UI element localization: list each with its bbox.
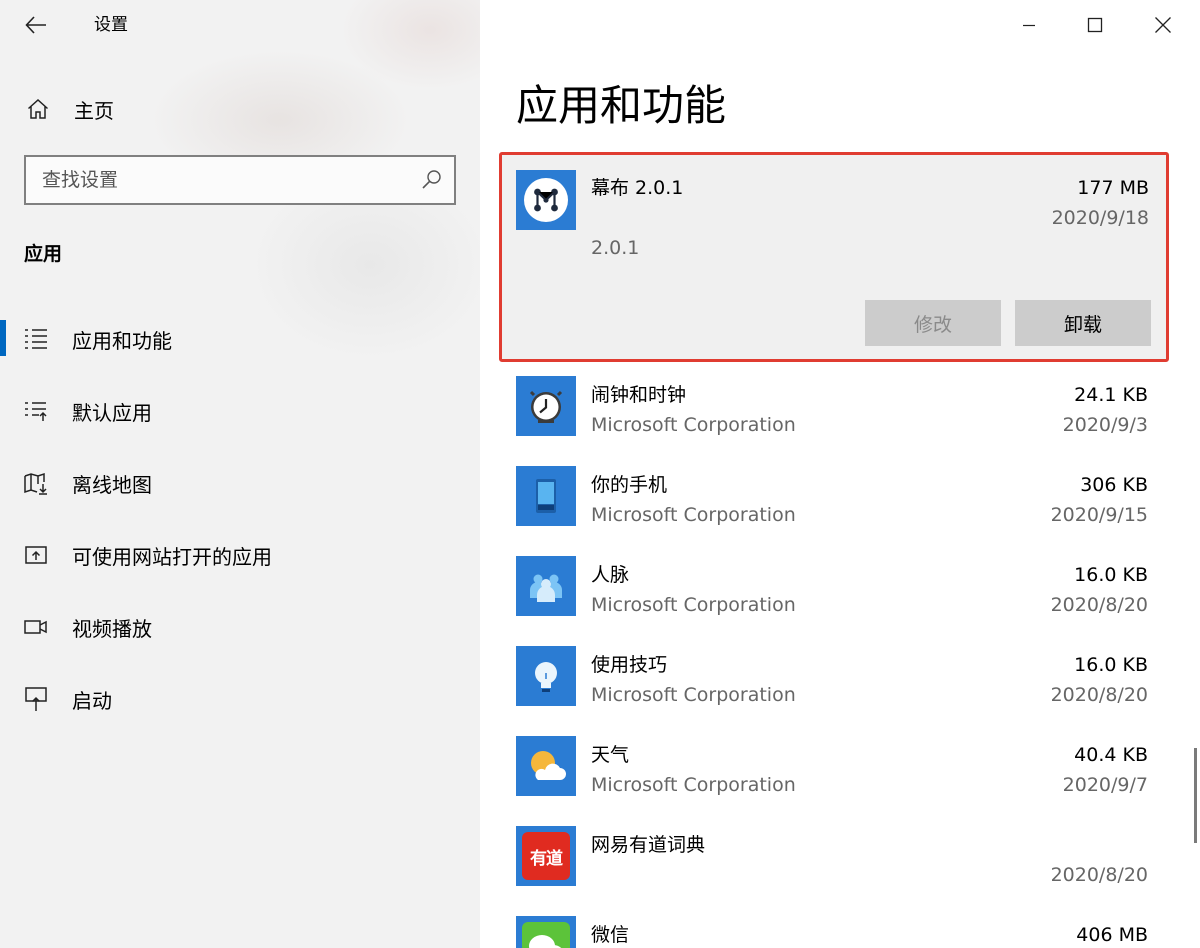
close-button[interactable]: [1140, 6, 1186, 44]
sidebar-item-label: 离线地图: [72, 472, 152, 497]
search-input[interactable]: [26, 157, 406, 203]
app-item-selected[interactable]: 幕布 2.0.1 177 MB 2020/9/18 2.0.1 修改 卸载: [499, 152, 1169, 362]
scrollbar[interactable]: [1194, 748, 1197, 843]
app-publisher: Microsoft Corporation: [591, 684, 796, 706]
video-playback-icon: [22, 613, 50, 641]
sidebar-item-label: 可使用网站打开的应用: [72, 544, 272, 569]
mubu-icon: [516, 170, 576, 230]
weather-icon: [516, 736, 576, 796]
maximize-button[interactable]: [1072, 6, 1118, 44]
close-icon: [1155, 17, 1171, 33]
app-name: 天气: [591, 744, 630, 766]
app-size: 306 KB: [1080, 474, 1148, 496]
uninstall-button[interactable]: 卸载: [1015, 300, 1151, 346]
background-glow: [340, 0, 480, 90]
youdao-icon: 有道: [516, 826, 576, 886]
sidebar-nav: 应用和功能 默认应用 离线地图 可使用网站打开的应用 视频播放 启动: [0, 303, 480, 735]
default-apps-icon: [22, 397, 50, 425]
back-arrow-icon: [25, 16, 46, 34]
modify-button[interactable]: 修改: [865, 300, 1001, 346]
home-link[interactable]: 主页: [24, 92, 114, 126]
main-content: 应用和功能 幕布 2.0.1 177 MB 2020/9/18 2.0.1 修改…: [480, 0, 1200, 948]
alarm-clock-icon: [516, 376, 576, 436]
app-size: 24.1 KB: [1074, 384, 1148, 406]
sidebar-item-startup[interactable]: 启动: [0, 663, 480, 735]
app-publisher: Microsoft Corporation: [591, 774, 796, 796]
app-name: 微信: [591, 924, 630, 946]
sidebar-item-label: 默认应用: [72, 400, 152, 425]
app-install-date: 2020/8/20: [1050, 594, 1148, 616]
people-icon: [516, 556, 576, 616]
offline-maps-icon: [22, 469, 50, 497]
app-size: 177 MB: [1077, 177, 1149, 199]
app-name: 幕布 2.0.1: [591, 177, 684, 199]
app-install-date: 2020/8/20: [1050, 684, 1148, 706]
app-name: 闹钟和时钟: [591, 384, 687, 406]
list-item[interactable]: 闹钟和时钟 Microsoft Corporation 24.1 KB 2020…: [500, 364, 1168, 454]
app-install-date: 2020/9/15: [1050, 504, 1148, 526]
app-install-date: 2020/8/20: [1050, 864, 1148, 886]
sidebar-item-label: 视频播放: [72, 616, 152, 641]
home-label: 主页: [74, 98, 114, 123]
youdao-icon-text: 有道: [530, 848, 563, 869]
lightbulb-icon: [516, 646, 576, 706]
app-name: 使用技巧: [591, 654, 668, 676]
apps-features-icon: [22, 325, 50, 353]
sidebar-item-label: 启动: [72, 688, 112, 713]
sidebar-item-offline-maps[interactable]: 离线地图: [0, 447, 480, 519]
list-item[interactable]: 使用技巧 Microsoft Corporation 16.0 KB 2020/…: [500, 634, 1168, 724]
page-title: 应用和功能: [516, 81, 727, 130]
section-title: 应用: [24, 243, 63, 265]
list-item[interactable]: 微信 406 MB: [500, 904, 1168, 948]
app-size: 16.0 KB: [1074, 654, 1148, 676]
sidebar-item-video-playback[interactable]: 视频播放: [0, 591, 480, 663]
sidebar-item-apps-for-websites[interactable]: 可使用网站打开的应用: [0, 519, 480, 591]
wechat-icon: [516, 916, 576, 948]
app-size: 40.4 KB: [1074, 744, 1148, 766]
app-install-date: 2020/9/18: [1051, 207, 1149, 229]
app-size: 406 MB: [1076, 924, 1148, 946]
app-install-date: 2020/9/7: [1062, 774, 1148, 796]
home-icon: [24, 95, 52, 123]
maximize-icon: [1087, 17, 1103, 33]
app-name: 人脉: [591, 564, 630, 586]
sidebar-item-apps-features[interactable]: 应用和功能: [0, 303, 480, 375]
phone-icon: [516, 466, 576, 526]
app-name: 你的手机: [591, 474, 668, 496]
apps-for-websites-icon: [22, 541, 50, 569]
app-install-date: 2020/9/3: [1062, 414, 1148, 436]
app-publisher: Microsoft Corporation: [591, 594, 796, 616]
settings-sidebar: 设置 主页 应用: [0, 0, 480, 948]
list-item[interactable]: 有道 网易有道词典 2020/8/20: [500, 814, 1168, 904]
minimize-button[interactable]: [1006, 6, 1052, 44]
search-icon[interactable]: [420, 168, 444, 192]
app-publisher: Microsoft Corporation: [591, 504, 796, 526]
list-item[interactable]: 人脉 Microsoft Corporation 16.0 KB 2020/8/…: [500, 544, 1168, 634]
minimize-icon: [1023, 24, 1035, 27]
list-item[interactable]: 天气 Microsoft Corporation 40.4 KB 2020/9/…: [500, 724, 1168, 814]
app-version: 2.0.1: [591, 237, 640, 259]
app-name: 网易有道词典: [591, 834, 706, 856]
search-box[interactable]: [24, 155, 456, 205]
app-publisher: Microsoft Corporation: [591, 414, 796, 436]
back-button[interactable]: [22, 12, 50, 38]
list-item[interactable]: 你的手机 Microsoft Corporation 306 KB 2020/9…: [500, 454, 1168, 544]
startup-icon: [22, 685, 50, 713]
sidebar-item-default-apps[interactable]: 默认应用: [0, 375, 480, 447]
sidebar-item-label: 应用和功能: [72, 328, 172, 353]
app-size: 16.0 KB: [1074, 564, 1148, 586]
window-title: 设置: [94, 15, 128, 35]
